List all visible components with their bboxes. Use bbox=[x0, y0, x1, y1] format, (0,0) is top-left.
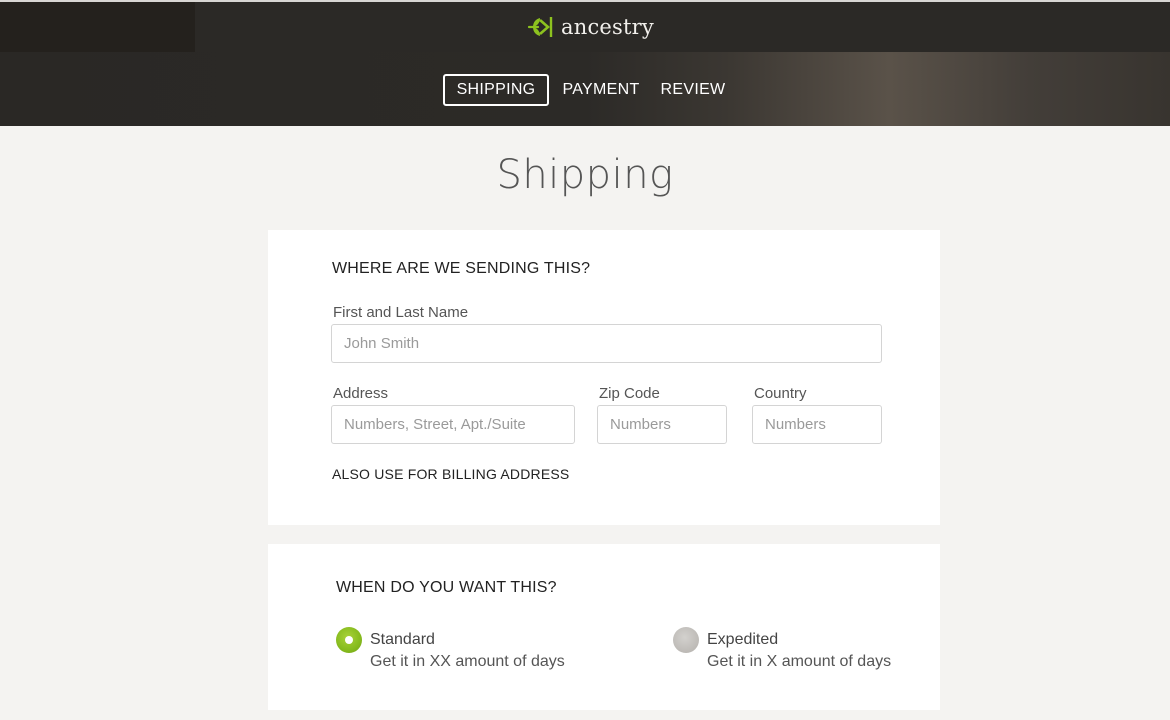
shipping-address-card: WHERE ARE WE SENDING THIS? First and Las… bbox=[268, 230, 940, 525]
expedited-option-subtitle: Get it in X amount of days bbox=[707, 653, 892, 670]
standard-option-title[interactable]: Standard bbox=[370, 631, 435, 649]
leaf-logo-icon bbox=[527, 15, 555, 39]
top-bar: ancestry bbox=[0, 0, 1170, 52]
billing-address-link[interactable]: ALSO USE FOR BILLING ADDRESS bbox=[332, 466, 569, 482]
step-tab-payment[interactable]: PAYMENT bbox=[557, 74, 645, 106]
country-input[interactable] bbox=[752, 405, 882, 444]
zip-label: Zip Code bbox=[599, 385, 660, 402]
expedited-option-title[interactable]: Expedited bbox=[707, 631, 778, 649]
standard-option-subtitle: Get it in XX amount of days bbox=[370, 653, 565, 670]
shipping-section-heading: WHERE ARE WE SENDING THIS? bbox=[332, 260, 591, 277]
top-bar-shade bbox=[0, 2, 195, 52]
brand-wordmark: ancestry bbox=[561, 15, 654, 39]
name-label: First and Last Name bbox=[333, 304, 469, 321]
step-tab-shipping[interactable]: SHIPPING bbox=[443, 74, 549, 106]
brand-logo[interactable]: ancestry bbox=[527, 12, 654, 42]
address-label: Address bbox=[333, 385, 389, 402]
country-label: Country bbox=[754, 385, 807, 402]
step-tab-review[interactable]: REVIEW bbox=[655, 74, 731, 106]
radio-selected-icon[interactable] bbox=[336, 627, 362, 653]
radio-unselected-icon[interactable] bbox=[673, 627, 699, 653]
zip-input[interactable] bbox=[597, 405, 727, 444]
page-title: Shipping bbox=[496, 152, 674, 198]
delivery-speed-card: WHEN DO YOU WANT THIS? Standard Get it i… bbox=[268, 544, 940, 710]
name-input[interactable] bbox=[331, 324, 882, 363]
delivery-section-heading: WHEN DO YOU WANT THIS? bbox=[336, 579, 557, 596]
address-input[interactable] bbox=[331, 405, 575, 444]
